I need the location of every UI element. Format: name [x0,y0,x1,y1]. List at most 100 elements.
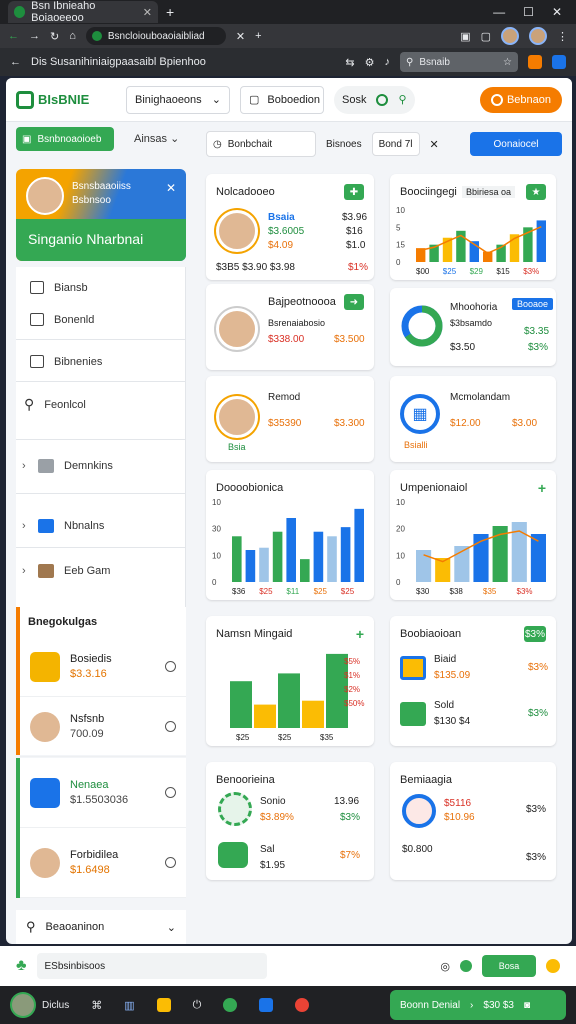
back-arrow-icon[interactable]: ← [10,56,21,68]
card-list-1[interactable]: Boobiaoioan $3% Biaid $135.09 $3% Sold $… [390,616,556,746]
stat-value: $338.00 [268,334,305,345]
segment-control[interactable]: Sosk ⚲ [334,85,415,114]
sidebar-item-6[interactable]: › Nbnalns [16,519,186,533]
forward-icon[interactable]: → [29,30,40,42]
sidebar-item-4[interactable]: ⚲ Feonlcol [16,396,186,413]
search-icon[interactable]: ⚲ [398,93,406,106]
card-chart-1[interactable]: Boociingegi Bbiriesa oa ★ 10 5 15 0 $00 $25 $2… [390,174,556,280]
power-icon[interactable]: ⏻ [193,999,202,1012]
sidebar-item-7[interactable]: › Eeb Gam [16,564,186,578]
browser-icon[interactable] [223,998,238,1012]
share-icon[interactable]: ⇆ [345,56,354,69]
settings-icon[interactable]: ⚙ [365,56,375,69]
card-profile-stats[interactable]: Nolcadooeo ✚ Bsaia $3.96 $3.6005 $16 $4.… [206,174,374,280]
close-icon[interactable]: ✕ [430,138,439,151]
card-chip[interactable]: $3% [524,626,546,642]
select-secondary[interactable]: ▢ Boboedion [240,85,324,114]
new-tab-icon[interactable]: + [166,4,174,20]
card-chart-3[interactable]: Umpenionaiol + 10 20 10 0 $30 $38 $35 $3% [390,470,556,600]
sidebar-dropdown[interactable]: Ainsas ⌄ [134,132,179,145]
new-page-icon[interactable]: + [255,30,261,42]
star-icon[interactable]: ☆ [503,57,512,68]
card-person-3[interactable]: Remod Bsia $35390 $3.300 [206,376,374,462]
minimize-icon[interactable]: — [493,5,505,19]
extension-icon[interactable] [528,55,542,69]
product-item[interactable]: Nenaea $1.5503036 [20,758,186,828]
bell-icon[interactable]: ♪ [385,56,391,68]
card-donut[interactable]: Mhoohoria Booaoe $3bsamdo $3.35 $3.50 $3… [390,288,556,366]
card-person-2[interactable]: Bajpeotnoooa ➜ Bsrenaiabosio $338.00 $3.… [206,284,374,370]
sidebar-item-label: Bibnenies [54,355,103,368]
bottom-input[interactable]: ESbsinbisoos [36,953,267,979]
filter-label[interactable]: Bisnoes [326,139,362,150]
extensions-icon[interactable]: ▣ [460,30,470,43]
downloads-icon[interactable]: ▢ [481,30,491,43]
bar [300,559,310,582]
sidebar-item-3[interactable]: Bibnenies [16,355,186,368]
card-list-2[interactable]: Benoorieina Sonio $3.89% 13.96 $3% Sal $… [206,762,374,880]
user-avatar[interactable] [10,992,36,1018]
close-tab-icon[interactable]: ✕ [143,6,152,19]
reload-icon[interactable]: ↻ [50,30,59,43]
divider [16,439,186,440]
add-icon[interactable]: ✚ [344,184,364,200]
close-icon[interactable]: ✕ [166,181,176,195]
sidebar-top-button[interactable]: ▣ Bsnbnoaoioeb [16,127,114,151]
home-icon[interactable]: ⌂ [69,30,76,42]
star-icon[interactable]: ★ [526,184,546,200]
primary-button[interactable]: Oonaiocel [470,132,562,156]
taskbar-action-value: $30 $3 [483,999,514,1011]
close-window-icon[interactable]: ✕ [552,5,562,19]
clock-icon[interactable] [165,857,176,868]
card-chart-4[interactable]: Namsn Mingaid + $5% $1% $2% $50% $25 $25 $35 [206,616,374,746]
notes-icon[interactable] [156,998,171,1012]
site-icon [91,31,102,41]
date-filter-button[interactable]: Bond 7l [371,132,420,156]
filter-search-input[interactable]: ◷ Bonbchait [206,131,316,157]
card-chart-2[interactable]: Doooobionica 10 30 10 0 $36 $25 $11 $25 $25 [206,470,374,600]
card-list-3[interactable]: Bemiaagia $5116 $10.96 $3% $0.800 $3% [390,762,556,880]
product-item[interactable]: Bosiedis $3.3.16 [20,637,186,697]
apps-icon[interactable]: ⌘ [91,999,102,1012]
stat-value: $1% [348,262,369,273]
record-icon[interactable] [295,998,310,1012]
maximize-icon[interactable]: ☐ [523,5,534,19]
product-item[interactable]: Forbidilea $1.6498 [20,828,186,898]
back-icon[interactable]: ← [8,30,19,42]
forward-icon[interactable]: ➜ [344,294,364,310]
omnibox[interactable]: Bsncloiouboaoiaibliad [85,27,226,45]
bottom-green-button[interactable]: Bosa [482,955,536,977]
card-title: Doooobionica [216,482,284,494]
select-primary[interactable]: Binighaoeons ⌄ [126,85,230,114]
bottom-button-label: Bosa [498,961,520,971]
files-icon[interactable]: ▥ [124,999,134,1012]
header-search[interactable]: ⚲ Bsnaib ☆ [400,52,518,72]
menu-icon[interactable]: ⋮ [557,30,568,43]
refresh-icon[interactable]: ◎ [440,960,450,973]
clock-icon[interactable] [165,661,176,672]
account-avatar[interactable] [529,27,547,45]
sidebar-footer-search[interactable]: ⚲ Beaoaninon ⌄ [16,910,186,944]
x-tick-label: $25 [443,267,457,276]
browser-tab[interactable]: Bsn Ibnieaho Boiaoeeoo ✕ [8,0,158,24]
clock-icon[interactable] [165,721,176,732]
refresh-icon[interactable] [376,93,389,106]
card-calendar[interactable]: ▦ Mcmolandam Bsialli $12.00 $3.00 [390,376,556,462]
clock-icon[interactable] [165,787,176,798]
sidebar-item-2[interactable]: Bonenld [16,313,186,326]
orange-action-button[interactable]: Bebnaon [480,86,562,113]
product-item[interactable]: Nsfsnb 700.09 [20,697,186,757]
taskbar-action-button[interactable]: Boonn Denial › $30 $3 ◙ [390,990,566,1020]
sidebar-item-5[interactable]: › Demnkins [16,459,186,473]
x-tick-label: $3% [523,267,539,276]
send-icon[interactable] [259,998,274,1012]
sidebar-item-1[interactable]: Biansb [16,281,186,294]
profile-avatar[interactable] [501,27,519,45]
profile-card[interactable]: Bsnsbaaoiiss Bsbnsoo ✕ Singanio Nharbnai [16,169,186,261]
app-logo[interactable]: BIsBNIE [16,90,116,109]
close-omnibox-icon[interactable]: ✕ [236,30,245,43]
calendar-icon[interactable] [552,55,566,69]
card-chip[interactable]: Booaoe [512,298,554,310]
bar [313,531,324,582]
row-value: $3% [528,708,549,719]
